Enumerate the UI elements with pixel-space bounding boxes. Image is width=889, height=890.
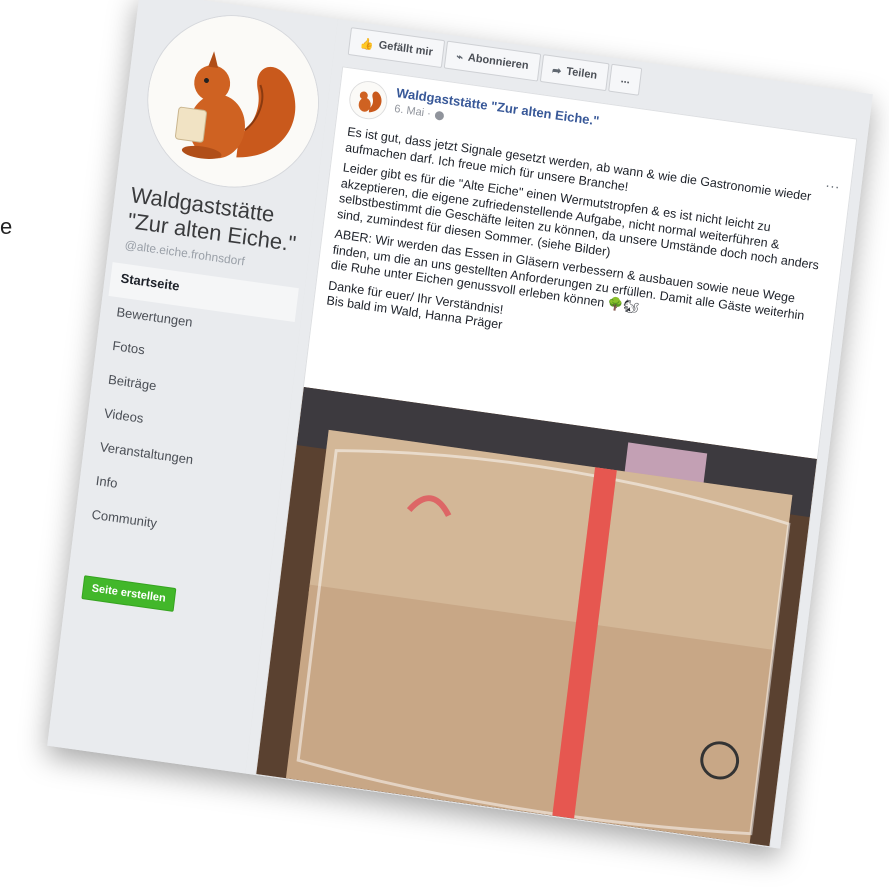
page-navigation: Startseite Bewertungen Fotos Beiträge Vi… (80, 262, 299, 558)
more-actions-button[interactable]: ... (608, 63, 643, 96)
thumbs-up-icon: 👍 (359, 37, 375, 51)
share-button[interactable]: ➦ Teilen (539, 54, 610, 92)
facebook-page-screenshot: Waldgaststätte "Zur alten Eiche." @alte.… (47, 0, 873, 849)
post-photo[interactable] (256, 386, 817, 847)
post-date[interactable]: 6. Mai · (394, 103, 432, 120)
like-label: Gefällt mir (378, 39, 434, 59)
squirrel-illustration (138, 5, 328, 198)
post-author-avatar[interactable] (347, 78, 390, 122)
main-column: 👍 Gefällt mir ⌁ Abonnieren ➦ Teilen ... (245, 19, 873, 849)
create-page-button[interactable]: Seite erstellen (81, 575, 176, 612)
share-arrow-icon: ➦ (551, 64, 563, 78)
follow-label: Abonnieren (467, 51, 530, 73)
follow-button[interactable]: ⌁ Abonnieren (443, 40, 542, 82)
rss-icon: ⌁ (455, 50, 464, 64)
like-button[interactable]: 👍 Gefällt mir (347, 27, 446, 69)
wrapped-boxes-photo (256, 386, 817, 847)
profile-picture[interactable] (137, 4, 329, 199)
cropped-text-fragment: e (0, 214, 13, 239)
globe-icon (434, 110, 445, 121)
feed-post: Waldgaststätte "Zur alten Eiche." 6. Mai… (255, 66, 858, 848)
post-options-icon[interactable]: ... (825, 174, 841, 192)
share-label: Teilen (565, 65, 598, 82)
squirrel-icon (348, 79, 389, 121)
